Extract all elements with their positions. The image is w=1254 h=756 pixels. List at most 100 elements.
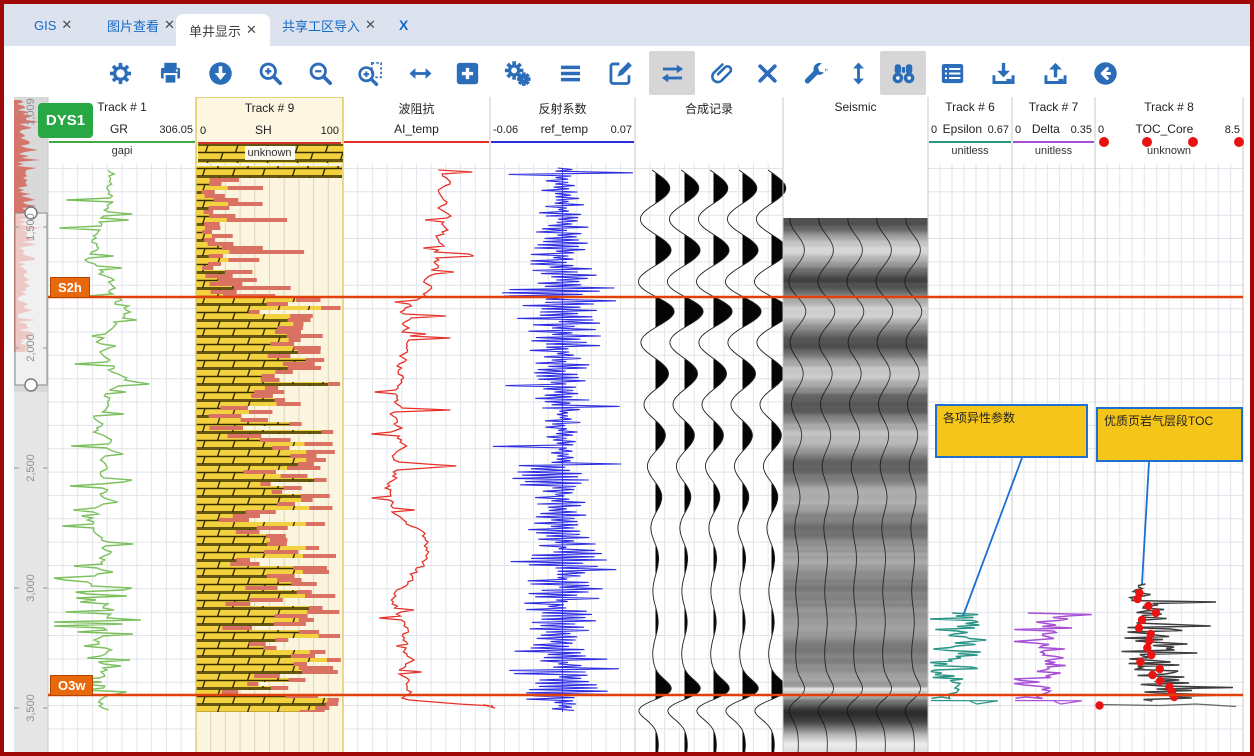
track-header-track7[interactable]: Track # 70Delta0.35unitless xyxy=(1012,97,1095,163)
tab-3[interactable]: 单井显示✕ xyxy=(176,14,270,46)
toolbar-back-button[interactable] xyxy=(1082,51,1128,95)
annotation-box-1[interactable]: 各项异性参数 xyxy=(935,404,1088,458)
zoom-in-icon xyxy=(257,60,284,87)
svg-text:1,009: 1,009 xyxy=(25,98,37,126)
gr-curve xyxy=(54,170,149,710)
synthetic-wiggle-traces xyxy=(638,170,790,753)
track-scale-row: 0 Epsilon 0.67 xyxy=(931,122,1009,136)
toolbar-menu-button[interactable] xyxy=(547,51,593,95)
toolbar-fit-height-button[interactable] xyxy=(835,51,881,95)
toolbar-close-button[interactable] xyxy=(744,51,790,95)
curve-color-line xyxy=(344,141,489,143)
print-icon xyxy=(157,60,184,87)
curve-color-line xyxy=(1013,141,1094,143)
epsilon-curve xyxy=(930,613,986,699)
tab-close-icon[interactable]: ✕ xyxy=(61,17,72,33)
ai-curve xyxy=(371,170,495,708)
fit-height-icon xyxy=(845,60,872,87)
toolbar-print-button[interactable] xyxy=(147,51,193,95)
track-header-seismic[interactable]: Seismic xyxy=(783,97,928,163)
tab-4[interactable]: 共享工区导入✕ xyxy=(282,4,376,46)
track-header-reflectivity[interactable]: 反射系数-0.06ref_temp0.07 xyxy=(490,97,635,163)
toolbar-settings-button[interactable] xyxy=(97,51,143,95)
settings-icon xyxy=(107,60,134,87)
tab-label: 图片查看 xyxy=(107,16,159,35)
toolbar-advanced-settings-button[interactable] xyxy=(494,51,540,95)
menu-icon xyxy=(557,60,584,87)
tab-close-icon[interactable]: ✕ xyxy=(164,17,175,33)
circle-down-icon xyxy=(207,60,234,87)
curve-name: SH xyxy=(255,123,272,137)
lithology-label: unknown xyxy=(244,146,294,160)
scale-max: 100 xyxy=(321,125,339,137)
track-title: Track # 8 xyxy=(1095,100,1243,114)
scale-min: 0 xyxy=(200,125,206,137)
toolbar-search-button[interactable] xyxy=(880,51,926,95)
track-title: 波阻抗 xyxy=(343,100,490,117)
back-icon xyxy=(1092,60,1119,87)
import-icon xyxy=(990,60,1017,87)
advanced-settings-icon xyxy=(504,60,531,87)
horizon-label-O3w[interactable]: O3w xyxy=(50,675,93,696)
track-header-impedance[interactable]: 波阻抗 AI_temp xyxy=(343,97,490,163)
toolbar-edit-button[interactable] xyxy=(597,51,643,95)
track-title: Track # 9 xyxy=(197,101,342,115)
toolbar: DYS1 xyxy=(4,46,1250,97)
toolbar-export-button[interactable] xyxy=(1032,51,1078,95)
annotation-box-2[interactable]: 优质页岩气层段TOC xyxy=(1096,407,1243,462)
tab-close-icon[interactable]: ✕ xyxy=(365,17,376,33)
track-scale-row: 0Delta0.35 xyxy=(1015,122,1092,136)
zoom-region-icon xyxy=(357,60,384,87)
toolbar-attach-button[interactable] xyxy=(699,51,745,95)
curve-name: AI_temp xyxy=(394,122,439,136)
track-title: 合成记录 xyxy=(635,100,783,117)
svg-text:2,000: 2,000 xyxy=(25,334,37,362)
track-scale-row: 0TOC_Core8.5 xyxy=(1098,122,1240,136)
toolbar-wrench-button[interactable] xyxy=(792,51,838,95)
tab-label: GIS xyxy=(34,18,56,33)
annotation-leader-1 xyxy=(963,458,1022,616)
swap-tracks-icon xyxy=(659,60,686,87)
scale-max: 0.67 xyxy=(988,124,1009,136)
toolbar-swap-tracks-button[interactable] xyxy=(649,51,695,95)
track-header-track6[interactable]: Track # 60Epsilon0.67unitless xyxy=(928,97,1012,163)
horizon-label-S2h[interactable]: S2h xyxy=(50,277,90,298)
track-header-track8[interactable]: Track # 8 0TOC_Core8.5unknown xyxy=(1095,97,1243,163)
close-icon xyxy=(754,60,781,87)
curve-name: ref_temp xyxy=(541,122,588,136)
toolbar-zoom-region-button[interactable] xyxy=(347,51,393,95)
track-header-synthetic[interactable]: 合成记录 xyxy=(635,97,783,163)
toolbar-add-button[interactable] xyxy=(444,51,490,95)
fit-width-icon xyxy=(407,60,434,87)
curve-name: Epsilon xyxy=(943,122,982,136)
track-title: 反射系数 xyxy=(490,100,635,117)
curve-name: GR xyxy=(110,122,128,136)
track-scale-row: -0.06ref_temp0.07 xyxy=(493,122,632,136)
toolbar-import-button[interactable] xyxy=(980,51,1026,95)
tab-close-icon[interactable]: ✕ xyxy=(246,22,257,38)
window-handle-bottom[interactable] xyxy=(25,379,37,391)
well-selector-button[interactable]: DYS1 xyxy=(38,103,93,138)
tab-1[interactable]: GIS ✕ xyxy=(34,4,72,46)
toolbar-track-list-button[interactable] xyxy=(929,51,975,95)
curve-color-line xyxy=(491,141,634,143)
track-scale-row: 0 SH 100 xyxy=(200,123,339,137)
zoom-out-icon xyxy=(307,60,334,87)
track-header-track9[interactable]: Track # 9 0 SH 100 unknown xyxy=(196,97,343,163)
toolbar-fit-width-button[interactable] xyxy=(397,51,443,95)
toolbar-zoom-out-button[interactable] xyxy=(297,51,343,95)
track-unit: unitless xyxy=(1012,145,1095,157)
track-title: Seismic xyxy=(783,100,928,114)
scale-min: 0 xyxy=(1015,124,1021,136)
scale-min: 0 xyxy=(931,124,937,136)
tab-2[interactable]: 图片查看 ✕ xyxy=(107,4,175,46)
extra-tab[interactable]: X xyxy=(399,4,408,46)
toolbar-circle-down-button[interactable] xyxy=(197,51,243,95)
track-unit: gapi xyxy=(48,145,196,157)
scale-min: -0.06 xyxy=(493,124,518,136)
track-unit: unknown xyxy=(1095,145,1243,157)
lithology-legend: unknown xyxy=(198,144,341,163)
export-icon xyxy=(1042,60,1069,87)
scale-min: 0 xyxy=(1098,124,1104,136)
toolbar-zoom-in-button[interactable] xyxy=(247,51,293,95)
